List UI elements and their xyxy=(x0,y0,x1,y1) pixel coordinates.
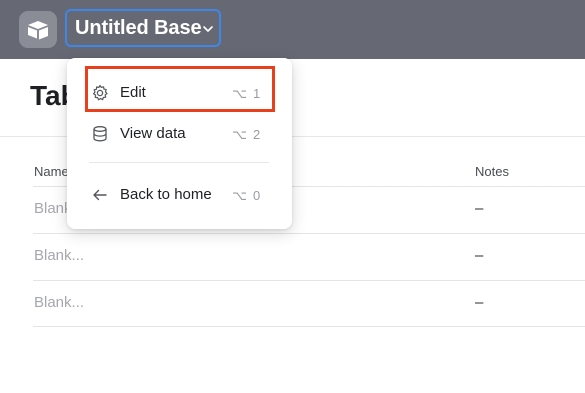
shortcut-key: 0 xyxy=(253,188,261,203)
database-icon xyxy=(91,125,109,143)
column-header-name[interactable]: Name xyxy=(34,164,69,179)
highlight-box xyxy=(85,66,275,112)
table-row[interactable]: Blank... – xyxy=(33,233,585,279)
table-row[interactable]: Blank... – xyxy=(33,280,585,326)
arrow-left-icon xyxy=(91,186,109,204)
row-notes-cell: – xyxy=(475,200,484,217)
column-header-notes[interactable]: Notes xyxy=(475,164,509,179)
shortcut-option-key: ⌥ xyxy=(232,127,247,142)
shortcut-option-key: ⌥ xyxy=(232,188,247,203)
row-name-cell: Blank... xyxy=(34,247,85,264)
menu-item-view-data[interactable]: View data ⌥ 2 xyxy=(67,113,292,153)
menu-item-label: View data xyxy=(120,125,186,142)
row-notes-cell: – xyxy=(475,247,484,264)
base-name-button[interactable]: Untitled Base xyxy=(65,9,221,47)
divider xyxy=(33,326,585,327)
base-title: Untitled Base xyxy=(75,16,202,39)
app-logo-icon[interactable] xyxy=(19,11,57,48)
top-bar: Untitled Base xyxy=(0,0,585,59)
menu-item-back-to-home[interactable]: Back to home ⌥ 0 xyxy=(67,174,292,214)
menu-item-label: Back to home xyxy=(120,186,212,203)
row-notes-cell: – xyxy=(475,294,484,311)
row-name-cell: Blank... xyxy=(34,294,85,311)
chevron-down-icon xyxy=(202,22,214,34)
shortcut-key: 2 xyxy=(253,127,261,142)
menu-divider xyxy=(89,162,269,163)
